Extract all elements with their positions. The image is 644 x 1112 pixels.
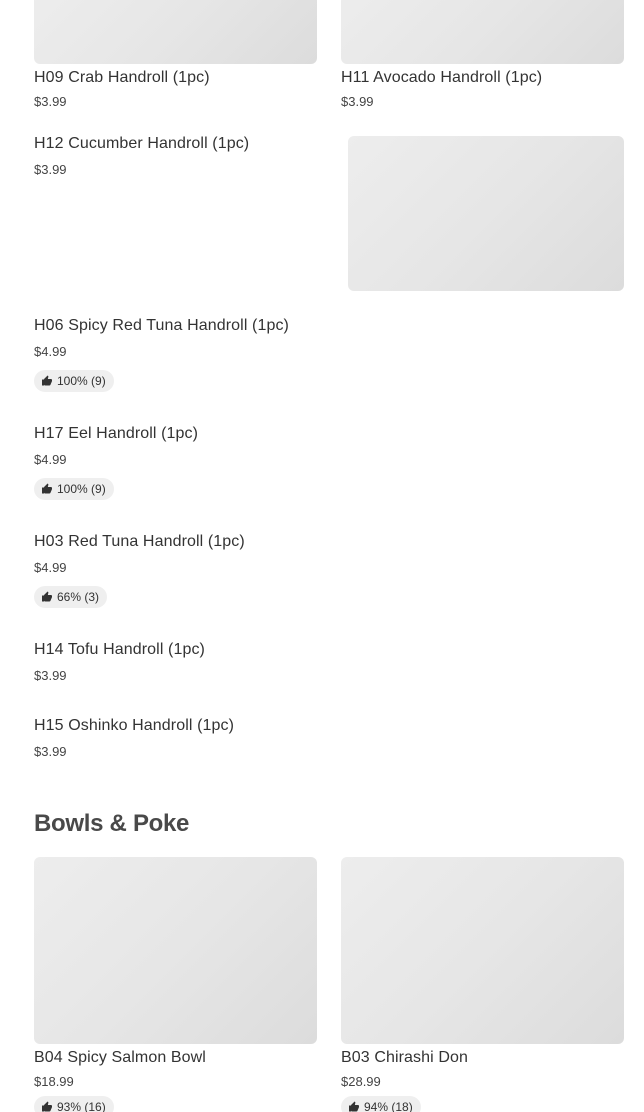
thumbs-up-icon — [41, 483, 53, 495]
rating-badge: 94% (18) — [341, 1096, 421, 1112]
item-name: H11 Avocado Handroll (1pc) — [341, 69, 543, 86]
thumbs-up-icon — [41, 1101, 53, 1112]
item-name: H12 Cucumber Handroll (1pc) — [34, 135, 250, 152]
thumbs-up-icon — [41, 375, 53, 387]
item-name: H03 Red Tuna Handroll (1pc) — [34, 533, 245, 550]
item-image[interactable] — [341, 0, 624, 64]
item-price: $4.99 — [34, 344, 67, 359]
item-price: $4.99 — [34, 560, 67, 575]
item-name: H06 Spicy Red Tuna Handroll (1pc) — [34, 317, 289, 334]
item-price: $3.99 — [34, 94, 67, 109]
rating-badge: 100% (9) — [34, 478, 114, 500]
rating-text: 93% (16) — [57, 1100, 106, 1112]
section-title-bowls: Bowls & Poke — [34, 810, 190, 837]
item-name: B04 Spicy Salmon Bowl — [34, 1049, 206, 1066]
item-price: $3.99 — [34, 668, 67, 683]
item-image[interactable] — [341, 857, 624, 1044]
rating-text: 100% (9) — [57, 482, 106, 496]
item-price: $3.99 — [34, 162, 67, 177]
item-image[interactable] — [348, 136, 624, 291]
item-name: H17 Eel Handroll (1pc) — [34, 425, 199, 442]
item-price: $3.99 — [34, 744, 67, 759]
rating-text: 100% (9) — [57, 374, 106, 388]
item-name: B03 Chirashi Don — [341, 1049, 468, 1066]
thumbs-up-icon — [41, 591, 53, 603]
rating-badge: 93% (16) — [34, 1096, 114, 1112]
item-price: $28.99 — [341, 1074, 381, 1089]
item-price: $3.99 — [341, 94, 374, 109]
item-price: $4.99 — [34, 452, 67, 467]
item-image[interactable] — [34, 0, 317, 64]
rating-badge: 66% (3) — [34, 586, 108, 608]
item-price: $18.99 — [34, 1074, 74, 1089]
rating-text: 66% (3) — [57, 590, 100, 604]
thumbs-up-icon — [348, 1101, 360, 1112]
item-name: H09 Crab Handroll (1pc) — [34, 69, 210, 86]
item-name: H14 Tofu Handroll (1pc) — [34, 641, 205, 658]
rating-text: 94% (18) — [364, 1100, 413, 1112]
rating-badge: 100% (9) — [34, 370, 114, 392]
item-image[interactable] — [34, 857, 317, 1044]
item-name: H15 Oshinko Handroll (1pc) — [34, 717, 235, 734]
